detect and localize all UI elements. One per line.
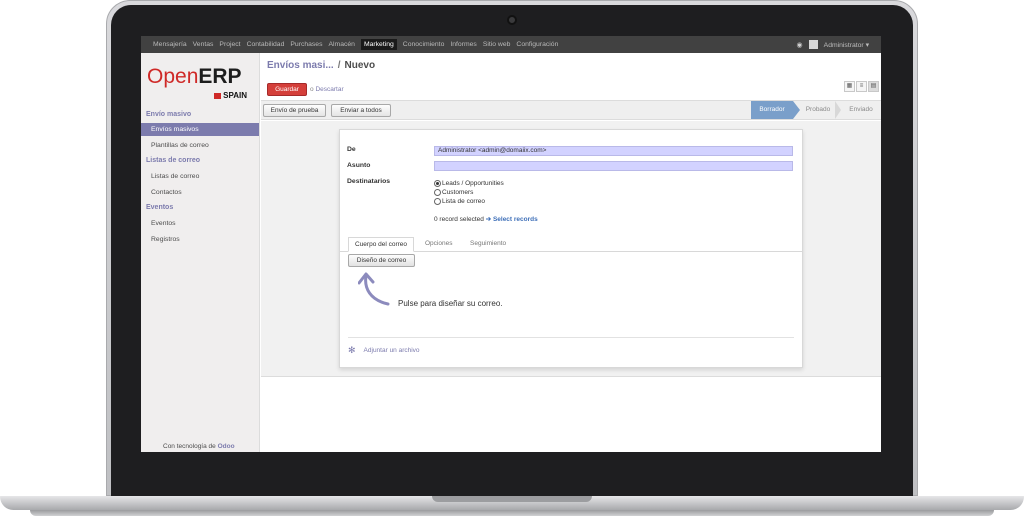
- camera-icon: [507, 15, 517, 25]
- main-content: Envíos masi... / Nuevo Guardar o Descartar…: [261, 53, 881, 452]
- page-title: Nuevo: [344, 60, 376, 71]
- tab-cuerpo[interactable]: Cuerpo del correo: [348, 237, 415, 252]
- design-hint: Pulse para diseñar su correo.: [398, 299, 503, 308]
- stage-enviado[interactable]: Enviado: [843, 101, 879, 119]
- breadcrumb-envios[interactable]: Envíos masi...: [267, 60, 334, 71]
- logo-erp: ERP: [198, 65, 242, 88]
- menu-informes[interactable]: Informes: [450, 41, 476, 48]
- flag-icon: [214, 92, 222, 99]
- menu-mensajeria[interactable]: Mensajería: [153, 41, 187, 48]
- user-menu[interactable]: Administrator ▾: [824, 41, 869, 49]
- radio-customers-label: Customers: [442, 189, 474, 196]
- form-background: De Administrator <admin@domaiix.com> Asu…: [261, 121, 881, 377]
- logo-open: Open: [147, 65, 199, 88]
- logo-spain: SPAIN: [214, 91, 247, 100]
- kanban-view-icon[interactable]: ▦: [844, 81, 855, 92]
- sidebar-item-envios-masivos[interactable]: Envíos masivos: [141, 123, 259, 136]
- menu-configuracion[interactable]: Configuración: [516, 41, 558, 48]
- form-view-icon[interactable]: ▤: [868, 81, 879, 92]
- attach-file-link[interactable]: ✻ Adjuntar un archivo: [348, 345, 420, 356]
- records-info: 0 record selected ➔ Select records: [434, 215, 538, 223]
- de-label: De: [347, 146, 356, 153]
- radio-lista[interactable]: Lista de correo: [434, 198, 485, 205]
- stage-arrow-icon: [793, 101, 800, 119]
- logo-spain-text: SPAIN: [223, 91, 247, 100]
- form-sheet: De Administrator <admin@domaiix.com> Asu…: [339, 129, 803, 368]
- radio-customers[interactable]: Customers: [434, 189, 473, 196]
- radio-lista-label: Lista de correo: [442, 198, 485, 205]
- sidebar-footer: Con tecnología de Odoo: [163, 443, 235, 450]
- menu-almacen[interactable]: Almacén: [329, 41, 355, 48]
- paperclip-icon: ✻: [348, 345, 356, 355]
- menu-marketing[interactable]: Marketing: [360, 39, 397, 50]
- footer-prefix: Con tecnología de: [163, 443, 216, 450]
- menu-purchases[interactable]: Purchases: [290, 41, 322, 48]
- sidebar-section-listas: Listas de correo: [146, 157, 201, 164]
- test-send-button[interactable]: Envío de prueba: [263, 104, 326, 117]
- send-all-button[interactable]: Enviar a todos: [331, 104, 391, 117]
- app-screen: Mensajería Ventas Project Contabilidad P…: [141, 36, 881, 452]
- radio-leads-label: Leads / Opportunities: [442, 180, 504, 187]
- breadcrumb-separator: /: [337, 60, 341, 71]
- form-tabs: Cuerpo del correo Opciones Seguimiento: [340, 237, 802, 252]
- top-menu-bar: Mensajería Ventas Project Contabilidad P…: [141, 36, 881, 53]
- breadcrumb: Envíos masi... / Nuevo: [267, 60, 375, 71]
- attach-label[interactable]: Adjuntar un archivo: [364, 347, 420, 354]
- discard-button[interactable]: Descartar: [315, 86, 343, 93]
- radio-button[interactable]: [434, 180, 441, 187]
- stage-borrador[interactable]: Borrador: [751, 101, 793, 119]
- asunto-field[interactable]: [434, 161, 793, 171]
- sidebar-item-plantillas[interactable]: Plantillas de correo: [141, 139, 259, 152]
- select-records-link[interactable]: ➔ Select records: [486, 216, 538, 223]
- avatar[interactable]: [808, 40, 818, 49]
- design-mail-button[interactable]: Diseño de correo: [348, 254, 415, 267]
- records-count: 0 record selected: [434, 216, 484, 223]
- or-label: o: [310, 86, 314, 93]
- stage-probado[interactable]: Probado: [801, 101, 835, 119]
- menu-sitio-web[interactable]: Sitio web: [483, 41, 511, 48]
- de-field[interactable]: Administrator <admin@domaiix.com>: [434, 146, 793, 156]
- divider: [348, 337, 794, 338]
- radio-button[interactable]: [434, 198, 441, 205]
- menu-project[interactable]: Project: [219, 41, 240, 48]
- discard-area: o Descartar: [310, 86, 344, 93]
- view-switcher: ▦ ≡ ▤: [844, 81, 879, 92]
- sidebar-item-listas[interactable]: Listas de correo: [141, 170, 259, 183]
- stage-arrow-icon: [835, 101, 841, 119]
- sidebar-item-eventos[interactable]: Eventos: [141, 217, 259, 230]
- sidebar: OpenERP SPAIN Envío masivo Envíos masivo…: [141, 53, 260, 452]
- menu-conocimiento[interactable]: Conocimiento: [403, 41, 445, 48]
- logo[interactable]: OpenERP SPAIN: [147, 65, 247, 100]
- menu-ventas[interactable]: Ventas: [193, 41, 214, 48]
- sidebar-section-eventos: Eventos: [146, 204, 174, 211]
- status-bar: Envío de prueba Enviar a todos Borrador …: [261, 100, 881, 120]
- curved-arrow-icon: [358, 272, 390, 306]
- sidebar-item-contactos[interactable]: Contactos: [141, 186, 259, 199]
- sidebar-item-registros[interactable]: Registros: [141, 233, 259, 246]
- odoo-link[interactable]: Odoo: [218, 443, 235, 450]
- destinatarios-label: Destinatarios: [347, 178, 391, 185]
- sidebar-section-envio: Envío masivo: [146, 111, 192, 118]
- save-button[interactable]: Guardar: [267, 83, 307, 96]
- user-area: ◉ Administrator ▾: [797, 36, 869, 53]
- radio-button[interactable]: [434, 189, 441, 196]
- laptop-notch: [432, 496, 592, 502]
- menu-contabilidad[interactable]: Contabilidad: [247, 41, 285, 48]
- chat-icon[interactable]: ◉: [797, 41, 803, 49]
- laptop-foot: [30, 510, 994, 516]
- list-view-icon[interactable]: ≡: [856, 81, 867, 92]
- asunto-label: Asunto: [347, 162, 371, 169]
- radio-leads[interactable]: Leads / Opportunities: [434, 180, 504, 187]
- tab-opciones[interactable]: Opciones: [419, 237, 458, 252]
- tab-seguimiento[interactable]: Seguimiento: [464, 237, 512, 252]
